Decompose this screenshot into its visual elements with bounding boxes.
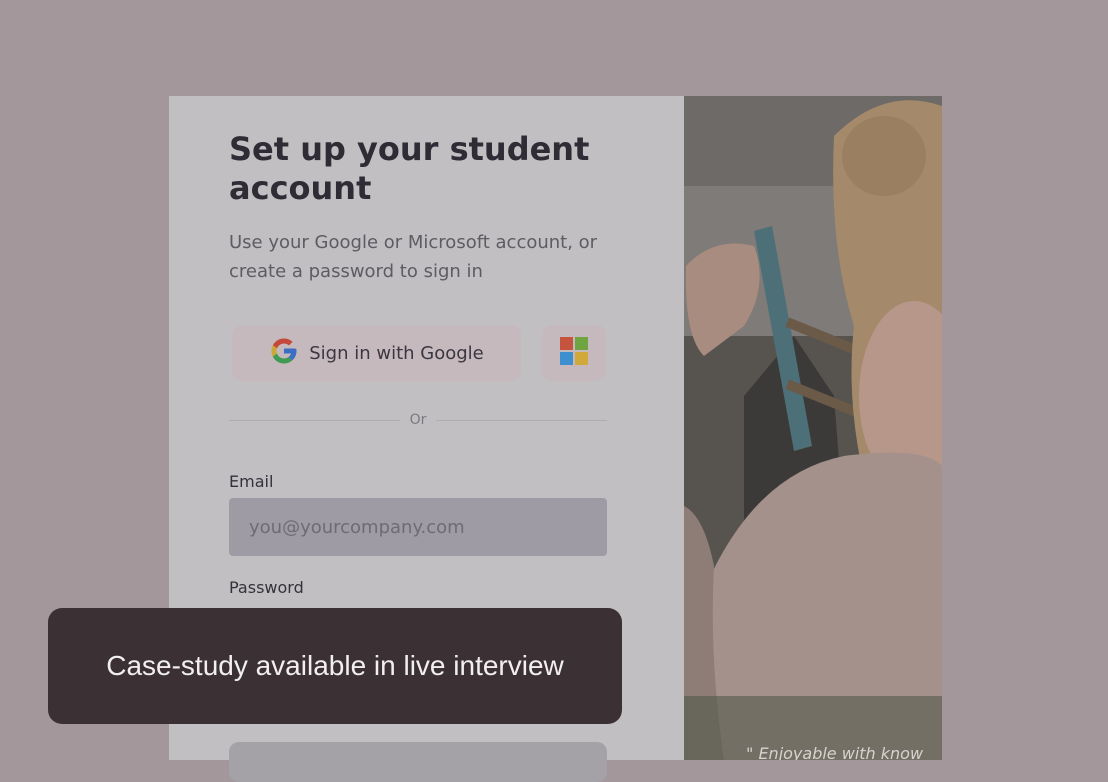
testimonial-quote: " Enjoyable with know	[746, 744, 924, 760]
email-label: Email	[229, 472, 274, 491]
page-subtitle: Use your Google or Microsoft account, or…	[229, 232, 598, 282]
page-title: Set up your student account	[229, 130, 590, 207]
case-study-toast: Case-study available in live interview	[48, 608, 622, 724]
microsoft-signin-button[interactable]	[542, 325, 606, 381]
password-label: Password	[229, 578, 304, 597]
testimonial-photo	[684, 96, 942, 760]
testimonial-photo-panel: " Enjoyable with know	[684, 96, 942, 760]
google-signin-label: Sign in with Google	[309, 342, 484, 364]
microsoft-logo-icon	[560, 337, 588, 369]
email-field[interactable]	[229, 498, 607, 556]
divider-text: Or	[409, 412, 427, 428]
submit-button[interactable]	[229, 742, 607, 782]
google-logo-icon	[269, 336, 299, 371]
divider-line-right	[436, 419, 607, 421]
google-signin-button[interactable]: Sign in with Google	[232, 325, 521, 381]
or-divider: Or	[229, 410, 607, 430]
toast-message: Case-study available in live interview	[106, 650, 564, 681]
divider-line-left	[229, 419, 400, 421]
